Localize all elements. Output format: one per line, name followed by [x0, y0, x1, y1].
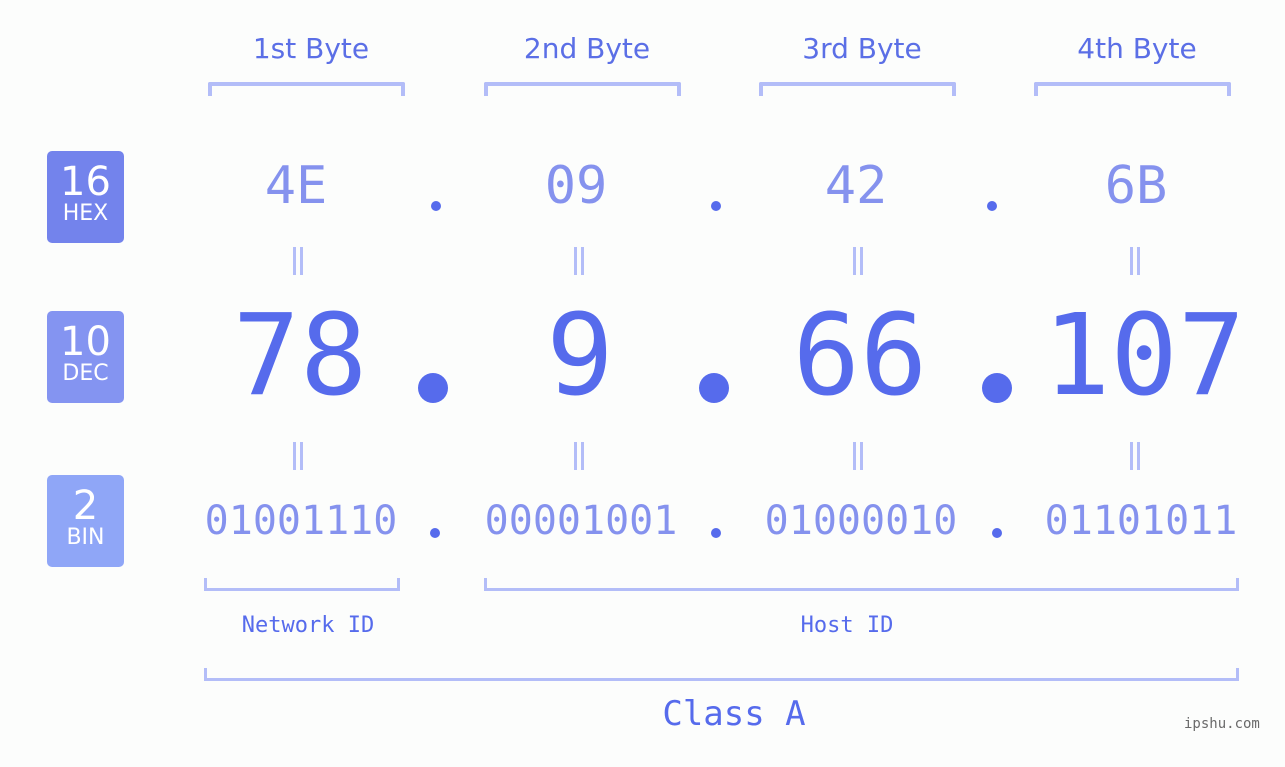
equals-icon [290, 247, 306, 275]
hex-separator-3 [987, 201, 997, 211]
hex-separator-1 [431, 201, 441, 211]
bin-separator-3 [992, 528, 1002, 538]
byte-bracket-1 [208, 82, 405, 96]
bin-separator-1 [430, 528, 440, 538]
bin-separator-2 [711, 528, 721, 538]
equals-icon [571, 247, 587, 275]
bin-badge-label: BIN [66, 525, 105, 550]
hex-badge-base: 16 [60, 159, 111, 205]
host-id-bracket [484, 578, 1239, 591]
equals-icon [571, 442, 587, 470]
bin-byte-1: 01001110 [204, 498, 398, 544]
hex-byte-2: 09 [544, 156, 608, 216]
hex-badge-label: HEX [62, 201, 109, 226]
dec-separator-1 [418, 373, 448, 403]
byte-bracket-2 [484, 82, 681, 96]
byte-header-3: 3rd Byte [802, 32, 922, 65]
dec-badge-base: 10 [60, 319, 111, 365]
dec-byte-4: 107 [1043, 291, 1246, 421]
dec-badge: 10 DEC [47, 311, 124, 403]
dec-badge-label: DEC [62, 361, 109, 386]
hex-byte-4: 6B [1104, 156, 1168, 216]
watermark: ipshu.com [1184, 716, 1260, 732]
equals-icon [290, 442, 306, 470]
byte-bracket-3 [759, 82, 956, 96]
class-bracket [204, 668, 1239, 681]
dec-byte-1: 78 [232, 291, 368, 421]
dec-separator-3 [982, 373, 1012, 403]
byte-header-4: 4th Byte [1077, 32, 1197, 65]
bin-byte-3: 01000010 [764, 498, 958, 544]
hex-separator-2 [711, 201, 721, 211]
equals-icon [1127, 442, 1143, 470]
host-id-label: Host ID [800, 613, 894, 638]
bin-byte-2: 00001001 [484, 498, 678, 544]
ip-class-label: Class A [662, 694, 806, 734]
equals-icon [850, 442, 866, 470]
network-id-bracket [204, 578, 400, 591]
hex-byte-3: 42 [824, 156, 888, 216]
byte-header-1: 1st Byte [252, 32, 370, 65]
equals-icon [1127, 247, 1143, 275]
dec-byte-2: 9 [546, 291, 614, 421]
equals-icon [850, 247, 866, 275]
bin-byte-4: 01101011 [1044, 498, 1238, 544]
hex-byte-1: 4E [264, 156, 328, 216]
bin-badge-base: 2 [72, 483, 99, 529]
network-id-label: Network ID [241, 613, 375, 638]
hex-badge: 16 HEX [47, 151, 124, 243]
byte-header-2: 2nd Byte [523, 32, 651, 65]
bin-badge: 2 BIN [47, 475, 124, 567]
byte-bracket-4 [1034, 82, 1231, 96]
dec-separator-2 [699, 373, 729, 403]
dec-byte-3: 66 [792, 291, 928, 421]
